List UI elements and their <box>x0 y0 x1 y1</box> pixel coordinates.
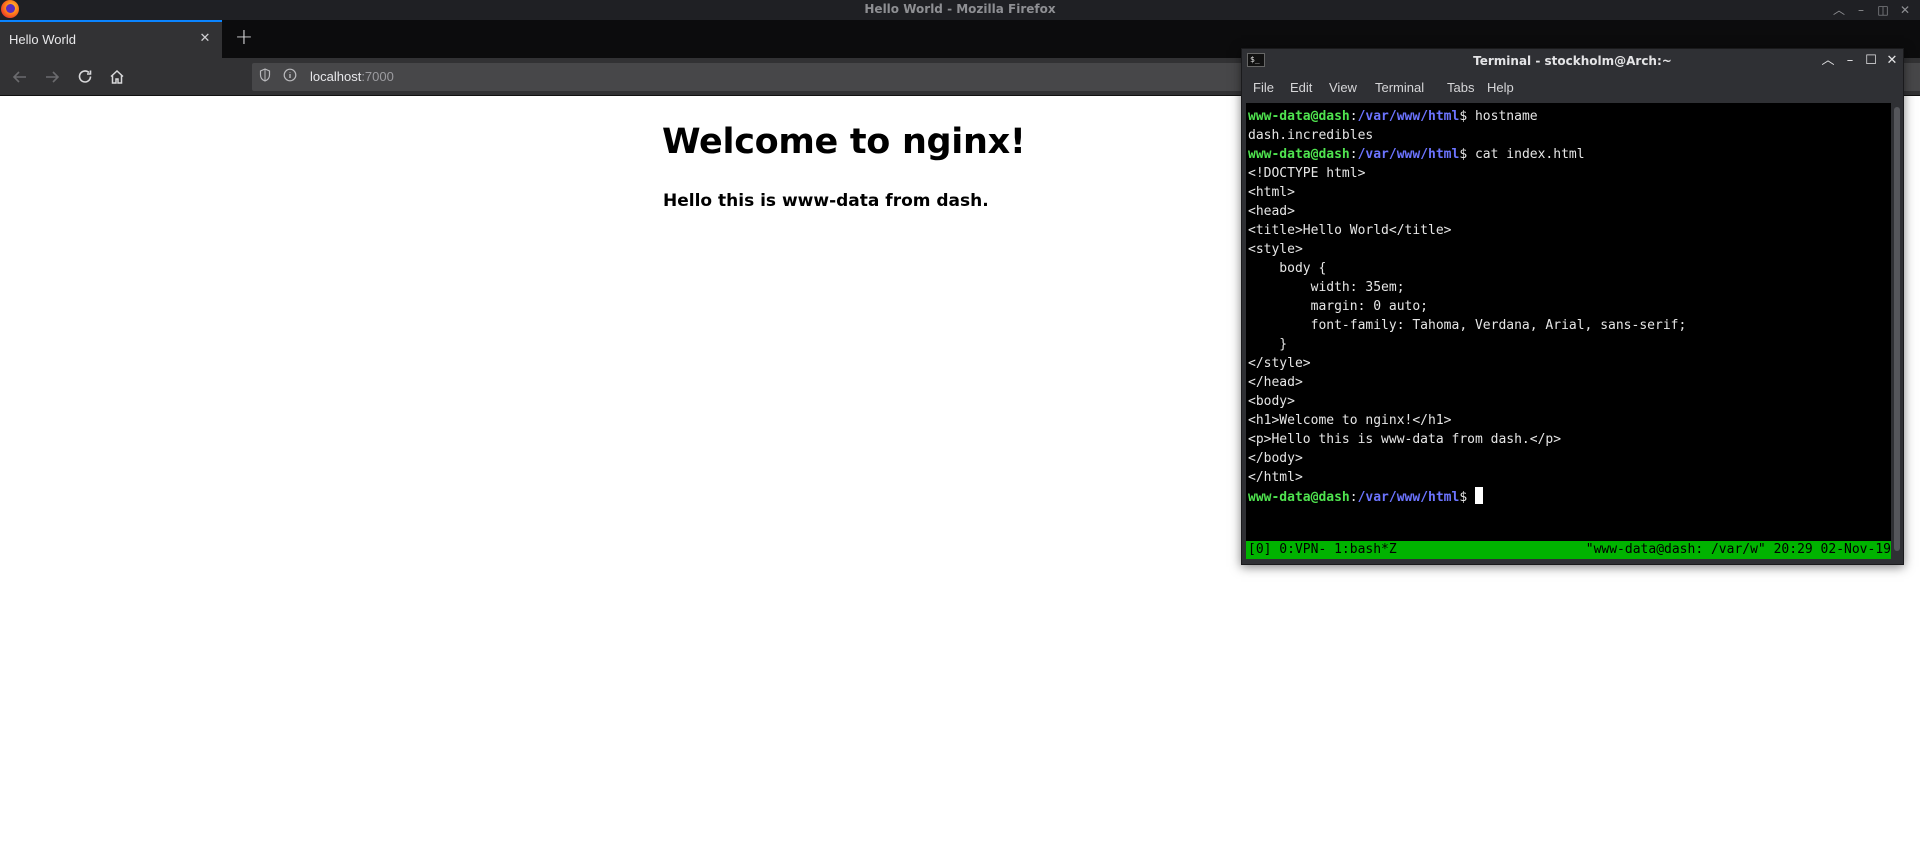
home-button[interactable] <box>104 64 130 90</box>
terminal-output-line: <html> <box>1248 185 1295 200</box>
prompt-path: /var/www/html <box>1357 147 1460 162</box>
prompt-dollar: $ <box>1459 109 1475 124</box>
terminal-screen[interactable]: www-data@dash:/var/www/html$ </html> </bo… <box>1246 103 1891 559</box>
prompt-colon: : <box>1349 147 1358 162</box>
terminal-menubar: File Edit View Terminal Tabs Help <box>1242 73 1903 101</box>
maximize-button[interactable]: ◫ <box>1874 1 1892 19</box>
terminal-command: cat index.html <box>1474 147 1585 162</box>
terminal-output-line: </html> <box>1248 470 1303 485</box>
terminal-output-line: } <box>1248 337 1288 352</box>
prompt-dollar: $ <box>1459 490 1475 505</box>
minimize-button[interactable]: – <box>1852 1 1870 19</box>
terminal-output-line: font-family: Tahoma, Verdana, Arial, san… <box>1248 318 1687 333</box>
page-heading: Welcome to nginx! <box>662 122 1026 162</box>
terminal-minimize-button[interactable]: – <box>1841 52 1859 70</box>
close-window-button[interactable]: ✕ <box>1896 1 1914 19</box>
page-paragraph: Hello this is www-data from dash. <box>663 191 989 211</box>
prompt-path: /var/www/html <box>1357 490 1460 505</box>
terminal-output-line: <h1>Welcome to nginx!</h1> <box>1248 413 1452 428</box>
menu-terminal[interactable]: Terminal <box>1375 80 1424 95</box>
terminal-output-line: <title>Hello World</title> <box>1248 223 1452 238</box>
terminal-maximize-button[interactable]: ☐ <box>1862 52 1880 70</box>
terminal-output-line: </body> <box>1248 451 1303 466</box>
menu-edit[interactable]: Edit <box>1290 80 1312 95</box>
terminal-output-line: margin: 0 auto; <box>1248 299 1429 314</box>
tab-hello-world[interactable]: Hello World ✕ <box>0 20 222 58</box>
terminal-title: Terminal - stockholm@Arch:~ <box>1473 54 1672 68</box>
terminal-output-line: <p>Hello this is www-data from dash.</p> <box>1248 432 1562 447</box>
prompt-colon: : <box>1349 490 1358 505</box>
prompt-dollar: $ <box>1459 147 1475 162</box>
terminal-output-line: dash.incredibles <box>1248 128 1374 143</box>
terminal-titlebar[interactable]: $_ Terminal - stockholm@Arch:~ ︿ – ☐ ✕ <box>1242 49 1903 73</box>
menu-file[interactable]: File <box>1253 80 1274 95</box>
url-port: :7000 <box>361 69 394 84</box>
terminal-output-line: <style> <box>1248 242 1303 257</box>
window-title: Hello World - Mozilla Firefox <box>864 2 1056 16</box>
reload-icon <box>78 70 92 83</box>
terminal-output-line: </head> <box>1248 375 1303 390</box>
firefox-titlebar: Hello World - Mozilla Firefox ︿ – ◫ ✕ <box>0 0 1920 20</box>
reload-button[interactable] <box>72 64 98 90</box>
terminal-output-line: <head> <box>1248 204 1295 219</box>
terminal-output-line: <body> <box>1248 394 1295 409</box>
terminal-prompt-line: www-data@dash:/var/www/html$ <box>1248 487 1483 506</box>
url-host: localhost <box>310 69 362 84</box>
scrollbar-thumb[interactable] <box>1894 107 1900 551</box>
chevron-up-icon[interactable]: ︿ <box>1819 52 1837 70</box>
chevron-up-icon[interactable]: ︿ <box>1830 1 1848 19</box>
prompt-colon: : <box>1349 109 1358 124</box>
terminal-output-line: <!DOCTYPE html> <box>1248 166 1366 181</box>
forward-button[interactable] <box>39 64 65 90</box>
prompt-user-host: www-data@dash <box>1248 490 1350 505</box>
tmux-status-right: "www-data@dash: /var/w" 20:29 02-Nov-19 <box>1585 542 1891 557</box>
prompt-user-host: www-data@dash <box>1248 147 1350 162</box>
prompt-path: /var/www/html <box>1357 109 1460 124</box>
arrow-left-icon <box>12 71 26 83</box>
tmux-status-bar: [0] 0:VPN- 1:bash*Z "www-data@dash: /var… <box>1246 541 1891 559</box>
terminal-prompt-line: www-data@dash:/var/www/html$ hostname <box>1248 107 1538 126</box>
terminal-output-line: </style> <box>1248 356 1311 371</box>
terminal-command: hostname <box>1474 109 1538 124</box>
url-text[interactable]: localhost:7000 <box>310 69 394 84</box>
close-tab-icon[interactable]: ✕ <box>196 30 214 48</box>
new-tab-button[interactable]: + <box>231 26 257 52</box>
terminal-output-line: width: 35em; <box>1248 280 1405 295</box>
terminal-window: $_ Terminal - stockholm@Arch:~ ︿ – ☐ ✕ F… <box>1241 48 1904 565</box>
terminal-output-line: body { <box>1248 261 1327 276</box>
terminal-close-button[interactable]: ✕ <box>1883 52 1901 70</box>
tracking-shield-icon[interactable] <box>256 68 274 86</box>
arrow-right-icon <box>46 71 60 83</box>
menu-tabs[interactable]: Tabs <box>1447 80 1474 95</box>
tmux-status-left: [0] 0:VPN- 1:bash*Z <box>1248 542 1397 557</box>
terminal-scrollbar[interactable] <box>1891 103 1903 559</box>
info-icon[interactable] <box>281 68 299 86</box>
menu-help[interactable]: Help <box>1487 80 1514 95</box>
home-icon <box>110 69 124 84</box>
prompt-user-host: www-data@dash <box>1248 109 1350 124</box>
tab-title: Hello World <box>9 32 76 47</box>
back-button[interactable] <box>7 64 33 90</box>
menu-view[interactable]: View <box>1329 80 1357 95</box>
terminal-prompt-line: www-data@dash:/var/www/html$ cat index.h… <box>1248 145 1585 164</box>
terminal-cursor <box>1474 487 1483 504</box>
